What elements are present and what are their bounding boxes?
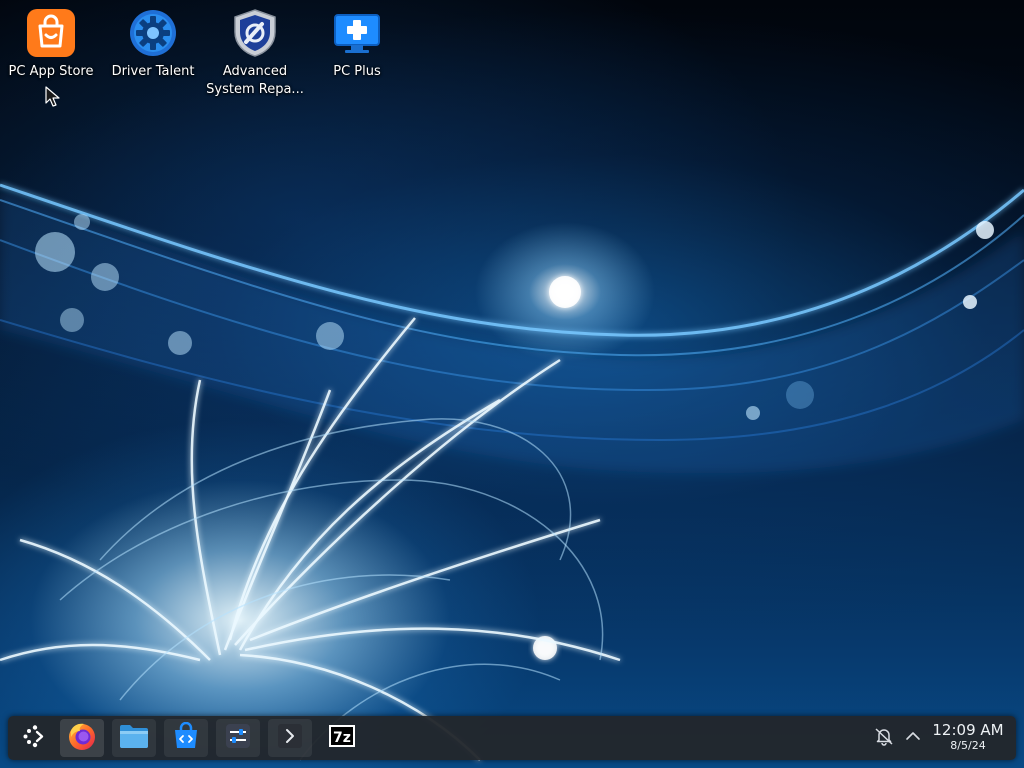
application-launcher-icon <box>22 724 46 752</box>
desktop-icon-label: Advanced System Repa... <box>206 64 304 97</box>
shield-wrench-icon <box>229 7 281 59</box>
taskbar-app-system-settings[interactable] <box>216 719 260 757</box>
shopping-bag-icon <box>25 7 77 59</box>
desktop-icon-pc-app-store[interactable]: PC App Store <box>1 7 101 81</box>
taskbar-app-firefox[interactable] <box>60 719 104 757</box>
wallpaper <box>0 183 1024 761</box>
clock-time: 12:09 AM <box>932 721 1004 739</box>
monitor-plus-icon <box>331 7 383 59</box>
taskbar-app-7zip[interactable]: 7z <box>320 719 364 757</box>
gear-icon <box>127 7 179 59</box>
chevron-up-icon <box>904 727 922 749</box>
taskbar: 7z 12:09 AM 8/5/24 <box>8 716 1016 760</box>
clock-date: 8/5/24 <box>950 739 986 752</box>
desktop-icon-label: PC Plus <box>333 64 381 79</box>
7z-icon: 7z <box>327 721 357 755</box>
desktop-icon-advanced-system-repair[interactable]: Advanced System Repa... <box>205 7 305 99</box>
notifications-bell-icon <box>874 726 894 750</box>
folder-icon <box>119 723 149 753</box>
digital-clock[interactable]: 12:09 AM 8/5/24 <box>928 721 1008 753</box>
firefox-icon <box>67 721 97 755</box>
desktop-icon-label: Driver Talent <box>111 64 195 79</box>
store-bag-icon <box>172 721 200 754</box>
terminal-icon <box>276 722 304 754</box>
desktop[interactable]: PC App Store Driver Talent Advanced Syst… <box>0 0 1024 768</box>
desktop-icon-label: PC App Store <box>8 64 94 79</box>
desktop-icon-driver-talent[interactable]: Driver Talent <box>103 7 203 81</box>
tray-expand-button[interactable] <box>901 726 925 750</box>
settings-sliders-icon <box>224 722 252 754</box>
taskbar-app-konsole[interactable] <box>268 719 312 757</box>
taskbar-app-files[interactable] <box>112 719 156 757</box>
7z-icon-text: 7z <box>333 730 351 746</box>
mouse-cursor-icon <box>45 86 61 112</box>
notifications-button[interactable] <box>872 726 896 750</box>
taskbar-app-discover[interactable] <box>164 719 208 757</box>
application-launcher-button[interactable] <box>12 719 56 757</box>
desktop-icon-pc-plus[interactable]: PC Plus <box>307 7 407 81</box>
